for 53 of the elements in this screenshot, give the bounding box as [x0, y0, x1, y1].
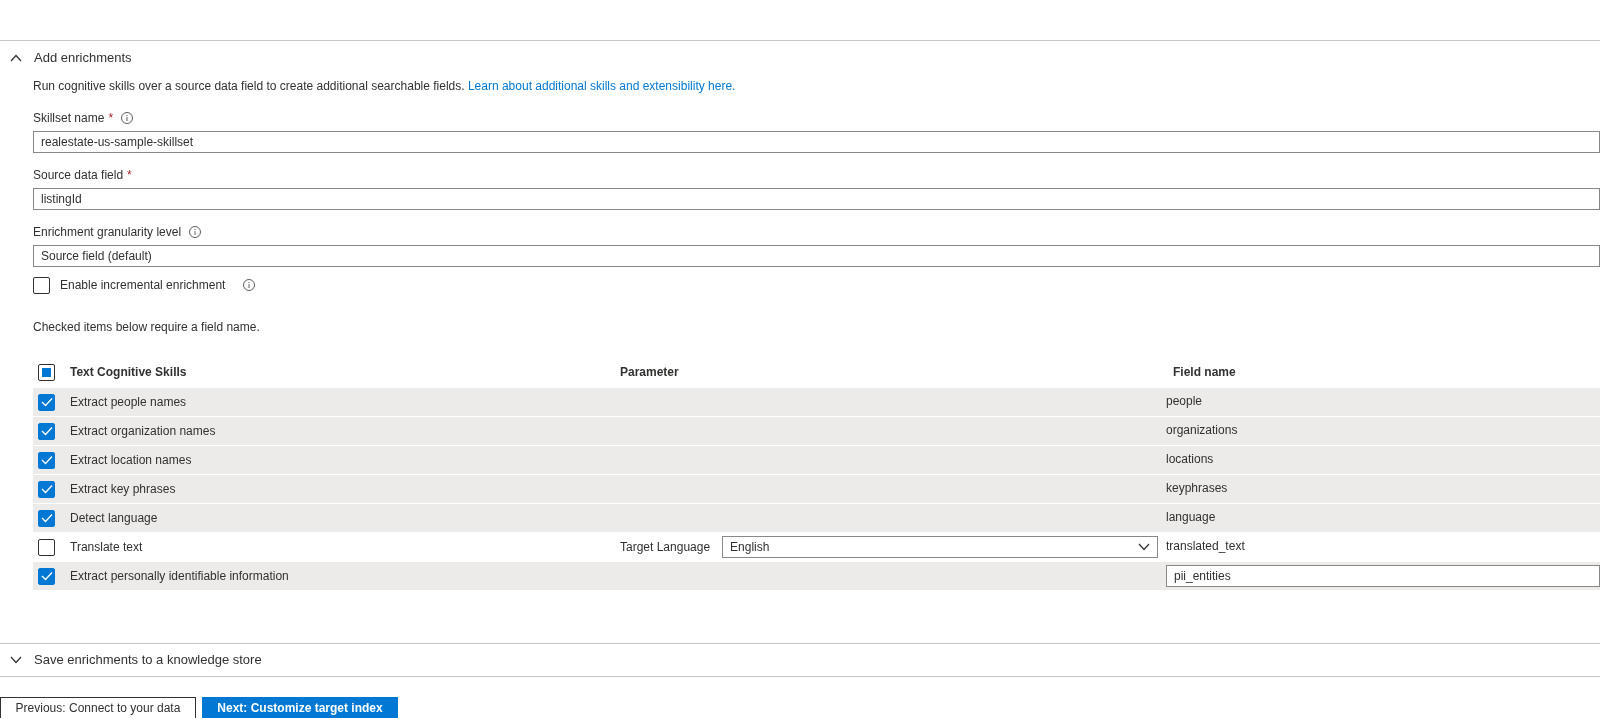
field-name: language [1166, 509, 1216, 526]
language-dropdown[interactable]: English [722, 536, 1158, 558]
required-asterisk: * [108, 110, 114, 127]
checkbox[interactable] [38, 422, 55, 440]
checkbox[interactable] [33, 276, 50, 294]
description-text: Run cognitive skills over a source data field to create additional searchable fields. Learn about additional skills and extensibility here. [33, 78, 737, 95]
skill-name: Extract personally identifiable information [70, 569, 289, 583]
chevron-down-icon [1138, 543, 1150, 551]
field-name: keyphrases [1166, 480, 1228, 497]
skill-name: Translate text [70, 540, 143, 554]
skill-row[interactable]: Detect language language [33, 504, 1600, 533]
column-header: Text Cognitive Skills [70, 365, 187, 379]
note-text: Checked items below require a field name. [33, 319, 261, 336]
section-title: Save enrichments to a knowledge store [34, 651, 262, 670]
skill-name: Extract location names [70, 453, 192, 467]
section-title: Add enrichments [34, 49, 132, 68]
skill-row[interactable]: Extract people names people [33, 388, 1600, 417]
field-name: organizations [1166, 422, 1238, 439]
field-label: Source data field [33, 167, 124, 184]
parameter-label: Target Language [620, 539, 711, 556]
text-field[interactable]: listingId [33, 188, 1600, 210]
checkbox[interactable] [38, 538, 55, 556]
text-field[interactable]: realestate-us-sample-skillset [33, 131, 1600, 153]
skill-name: Extract organization names [70, 424, 216, 438]
skill-name: Extract key phrases [70, 482, 176, 496]
select-all-checkbox[interactable] [38, 363, 55, 381]
skill-row[interactable]: Extract personally identifiable information pii_entities [33, 562, 1600, 591]
checkbox[interactable] [38, 480, 55, 498]
field-name: people [1166, 393, 1203, 410]
checkbox[interactable] [38, 393, 55, 411]
skill-row[interactable]: Extract key phrases keyphrases [33, 475, 1600, 504]
text-field[interactable]: Source field (default) [33, 245, 1600, 267]
chevron-up-icon[interactable] [10, 54, 22, 62]
field-label: Skillset name [33, 110, 105, 127]
skill-name: Detect language [70, 511, 158, 525]
checkbox[interactable] [38, 567, 55, 585]
field-name: translated_text [1166, 538, 1245, 555]
column-header: Field name [1173, 365, 1236, 379]
checkbox[interactable] [38, 451, 55, 469]
checkbox[interactable] [38, 509, 55, 527]
next-button[interactable]: Next: Customize target index [202, 697, 398, 718]
required-asterisk: * [127, 167, 132, 184]
field-label: Enrichment granularity level [33, 224, 182, 241]
skill-row[interactable]: Extract organization names organizations [33, 417, 1600, 446]
previous-button[interactable]: Previous: Connect to your data [0, 697, 196, 718]
learn-more-link[interactable]: Learn about additional skills and extensibility here. [467, 79, 736, 93]
field-name-input[interactable]: pii_entities [1166, 565, 1600, 587]
column-header: Parameter [620, 365, 679, 379]
field-name: locations [1166, 451, 1214, 468]
skill-row[interactable]: Extract location names locations [33, 446, 1600, 475]
checkbox-label: Enable incremental enrichment [60, 277, 226, 294]
skill-name: Extract people names [70, 395, 187, 409]
chevron-down-icon[interactable] [10, 656, 22, 664]
